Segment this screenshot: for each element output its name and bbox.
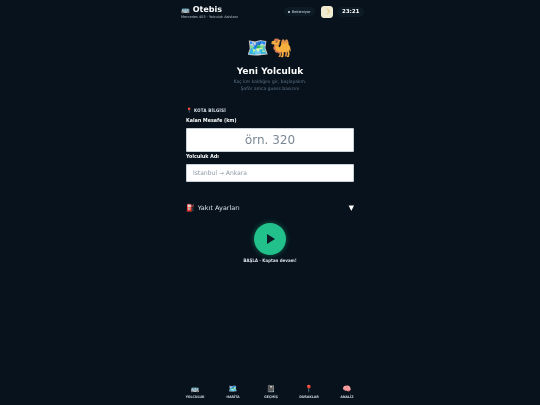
clock: 23:21: [338, 7, 364, 17]
bottom-nav: 🚌 YOLCULUK 🗺️ HARİTA 📓 GEÇMİŞ 📍 DURAKLAR…: [176, 385, 366, 403]
fuel-settings-toggle[interactable]: ⛽ Yakıt Ayarları ▼: [186, 202, 354, 214]
nav-item-duraklar[interactable]: 📍 DURAKLAR: [290, 385, 328, 403]
nav-label: DURAKLAR: [299, 395, 319, 399]
brand-title: Otebis: [192, 5, 222, 14]
nav-label: YOLCULUK: [185, 395, 205, 399]
page-description: Kaç km kaldığını gir, başlayalım. Şoför …: [0, 80, 540, 93]
pin-icon: 📍: [186, 108, 193, 114]
start-button[interactable]: [254, 223, 286, 255]
brand: 🚌 Otebis: [181, 5, 222, 14]
nav-label: HARİTA: [226, 395, 240, 399]
app-root: 🚌 Otebis Mercedes 403 · Yolculuk Asistan…: [0, 0, 540, 405]
pin-nav-icon: 📍: [304, 385, 314, 393]
brand-subtitle: Mercedes 403 · Yolculuk Asistanı: [181, 15, 238, 19]
section-label: 📍 KOTA BİLGİSİ: [186, 108, 226, 114]
start-caption: BAŞLA · Kaptan devam!: [243, 258, 297, 263]
map-nav-icon: 🗺️: [228, 385, 238, 393]
trip-name-input[interactable]: [186, 164, 354, 182]
chevron-down-icon: ▼: [348, 204, 354, 212]
nav-item-gecmis[interactable]: 📓 GEÇMİŞ: [252, 385, 290, 403]
nav-label: GEÇMİŞ: [264, 395, 278, 399]
bus-icon: 🚌: [181, 5, 190, 14]
page-title: Yeni Yolculuk: [236, 67, 304, 77]
brain-nav-icon: 🧠: [342, 385, 352, 393]
distance-label: Kalan Mesafe (km): [186, 119, 237, 124]
description-line-2: Şoför amca guess basıcını: [240, 86, 300, 92]
nav-item-analiz[interactable]: 🧠 ANALİZ: [328, 385, 366, 403]
notebook-nav-icon: 📓: [266, 385, 276, 393]
play-icon: [267, 234, 275, 244]
nav-label: ANALİZ: [340, 395, 354, 399]
bus-nav-icon: 🚌: [190, 385, 200, 393]
fuel-settings-header: ⛽ Yakıt Ayarları: [186, 204, 240, 212]
nav-item-yolculuk[interactable]: 🚌 YOLCULUK: [176, 385, 214, 403]
theme-toggle-button[interactable]: ☽: [321, 6, 333, 18]
nav-item-harita[interactable]: 🗺️ HARİTA: [214, 385, 252, 403]
status-badge: Bekleniyor: [284, 7, 315, 16]
fuel-pump-icon: ⛽: [186, 204, 195, 212]
status-text: Bekleniyor: [292, 9, 311, 14]
header: 🚌 Otebis Mercedes 403 · Yolculuk Asistan…: [181, 5, 364, 23]
moon-icon: ☽: [323, 8, 331, 16]
distance-input[interactable]: [186, 128, 354, 152]
hero-illustration-icon: 🗺️🐫: [246, 38, 294, 59]
trip-name-label: Yolculuk Adı: [186, 155, 219, 160]
section-label-text: KOTA BİLGİSİ: [194, 108, 226, 113]
fuel-settings-label: Yakıt Ayarları: [197, 204, 240, 212]
status-dot-icon: [288, 10, 290, 13]
